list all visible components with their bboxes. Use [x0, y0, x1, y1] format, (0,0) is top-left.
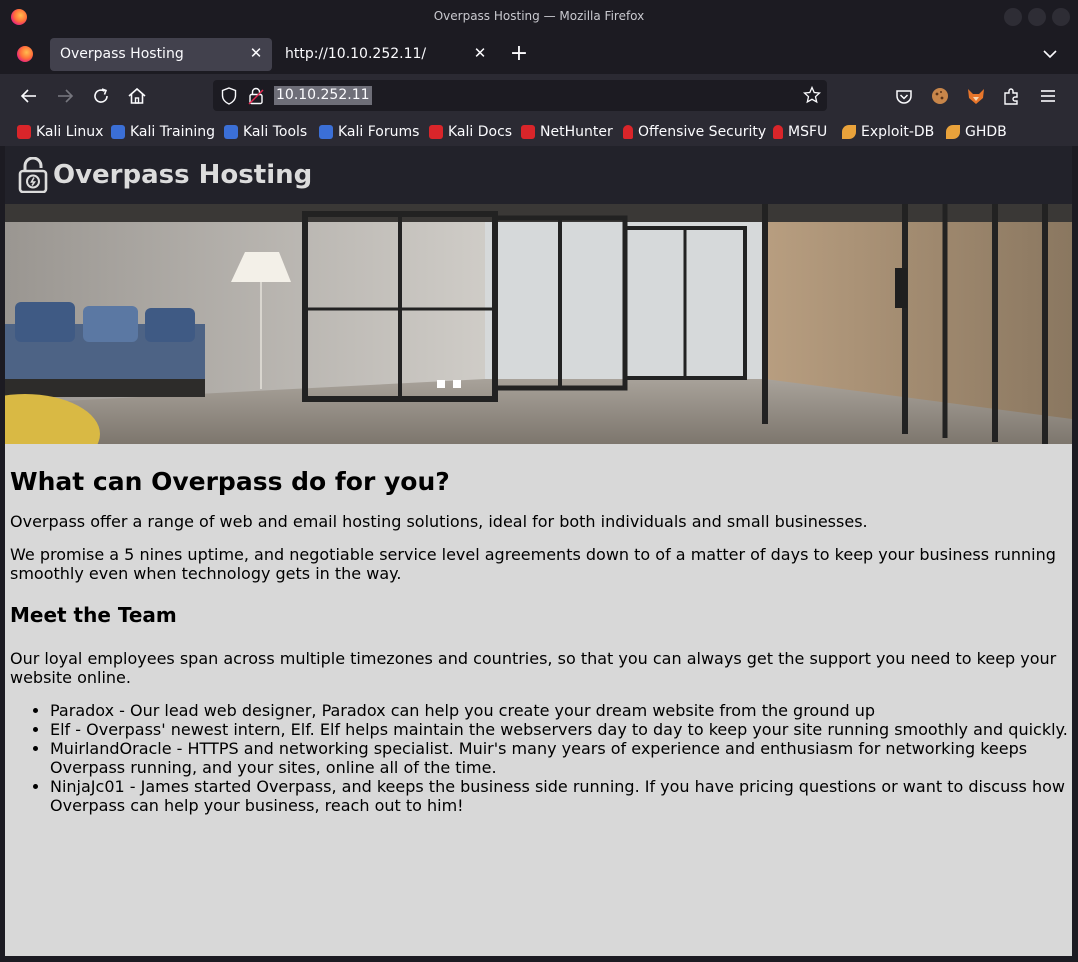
nethunter-icon [521, 125, 535, 139]
bookmark-label: Offensive Security [638, 124, 767, 140]
main-content: What can Overpass do for you? Overpass o… [10, 446, 1068, 815]
site-brand: Overpass Hosting [53, 160, 313, 190]
maximize-button[interactable] [1028, 8, 1046, 26]
back-arrow-icon [20, 89, 36, 103]
cookie-icon [932, 88, 948, 104]
tab-label: Overpass Hosting [60, 46, 184, 62]
bookmark-label: Kali Training [130, 124, 215, 140]
bookmark-label: Kali Tools [243, 124, 308, 140]
pocket-button[interactable] [893, 85, 915, 107]
kali-training-icon [111, 125, 125, 139]
bookmark-label: Kali Docs [448, 124, 513, 140]
bookmark-label: MSFU [788, 124, 828, 140]
home-icon [128, 87, 146, 104]
reload-icon [94, 88, 108, 103]
bookmark-offensive-security[interactable]: Offensive Security [623, 122, 766, 142]
team-heading: Meet the Team [10, 603, 177, 627]
list-item: NinjaJc01 - James started Overpass, and … [50, 777, 1068, 815]
exploit-db-icon [842, 125, 856, 139]
team-intro-paragraph: Our loyal employees span across multiple… [10, 649, 1057, 687]
window-title: Overpass Hosting — Mozilla Firefox [433, 9, 645, 23]
bookmark-msfu[interactable]: MSFU [773, 122, 827, 142]
hamburger-menu-icon [1041, 90, 1055, 102]
shield-icon[interactable] [221, 87, 237, 105]
bookmark-kali-tools[interactable]: Kali Tools [224, 122, 307, 142]
kali-dragon-icon [17, 125, 31, 139]
puzzle-piece-icon [1004, 88, 1018, 105]
kali-forums-icon [319, 125, 333, 139]
firefox-view-icon[interactable] [17, 46, 33, 62]
tab-url[interactable]: http://10.10.252.11/ ✕ [274, 38, 496, 71]
list-all-tabs-button[interactable] [1040, 45, 1060, 63]
page-viewport: Overpass Hosting What can Overpass do fo… [5, 146, 1072, 956]
navigation-toolbar: 10.10.252.11 [0, 74, 1078, 118]
site-header: Overpass Hosting [5, 146, 1072, 204]
close-window-button[interactable] [1052, 8, 1070, 26]
close-tab-icon[interactable]: ✕ [472, 45, 488, 61]
tab-strip: Overpass Hosting ✕ http://10.10.252.11/ … [0, 34, 1078, 74]
main-heading: What can Overpass do for you? [10, 467, 450, 496]
bookmark-kali-linux[interactable]: Kali Linux [17, 122, 103, 142]
new-tab-button[interactable]: + [508, 43, 530, 65]
menu-button[interactable] [1037, 85, 1059, 107]
forward-arrow-icon [58, 89, 74, 103]
back-button[interactable] [18, 85, 40, 107]
padlock-logo-icon [18, 157, 48, 193]
bookmark-label: Exploit-DB [861, 124, 935, 140]
lock-insecure-icon[interactable] [248, 87, 264, 105]
bookmark-star-icon[interactable] [803, 86, 821, 104]
url-text[interactable]: 10.10.252.11 [274, 86, 372, 105]
list-item: MuirlandOracle - HTTPS and networking sp… [50, 739, 1068, 777]
minimize-button[interactable] [1004, 8, 1022, 26]
promise-paragraph: We promise a 5 nines uptime, and negotia… [10, 545, 1056, 583]
window-edge [1072, 146, 1078, 962]
chevron-down-icon [1043, 50, 1057, 59]
foxyproxy-extension-button[interactable] [965, 85, 987, 107]
fox-icon [968, 89, 984, 104]
team-list: Paradox - Our lead web designer, Paradox… [10, 701, 1068, 815]
kali-tools-icon [224, 125, 238, 139]
offsec-icon [623, 125, 633, 139]
kali-docs-icon [429, 125, 443, 139]
bookmarks-toolbar: Kali Linux Kali Training Kali Tools Kali… [0, 118, 1078, 146]
pocket-icon [896, 90, 912, 104]
tab-overpass-hosting[interactable]: Overpass Hosting ✕ [50, 38, 272, 71]
list-item: Elf - Overpass' newest intern, Elf. Elf … [50, 720, 1068, 739]
bookmark-kali-docs[interactable]: Kali Docs [429, 122, 512, 142]
bookmark-label: Kali Linux [36, 124, 104, 140]
bookmark-ghdb[interactable]: GHDB [946, 122, 1007, 142]
bookmark-label: Kali Forums [338, 124, 420, 140]
bookmark-label: NetHunter [540, 124, 613, 140]
home-button[interactable] [126, 85, 148, 107]
bookmark-exploit-db[interactable]: Exploit-DB [842, 122, 934, 142]
hero-office-image [5, 204, 1072, 444]
window-titlebar: Overpass Hosting — Mozilla Firefox [0, 0, 1078, 34]
close-tab-icon[interactable]: ✕ [248, 45, 264, 61]
window-bottom-edge [0, 956, 1078, 962]
bookmark-nethunter[interactable]: NetHunter [521, 122, 613, 142]
bookmark-label: GHDB [965, 124, 1007, 140]
bookmark-kali-training[interactable]: Kali Training [111, 122, 215, 142]
forward-button[interactable] [54, 85, 76, 107]
msfu-icon [773, 125, 783, 139]
list-item: Paradox - Our lead web designer, Paradox… [50, 701, 1068, 720]
reload-button[interactable] [90, 85, 112, 107]
office-hallway-image [5, 204, 1072, 444]
intro-paragraph: Overpass offer a range of web and email … [10, 512, 868, 531]
bookmark-kali-forums[interactable]: Kali Forums [319, 122, 419, 142]
cookie-extension-button[interactable] [929, 85, 951, 107]
extensions-button[interactable] [1001, 85, 1023, 107]
tab-label: http://10.10.252.11/ [285, 46, 427, 62]
ghdb-icon [946, 125, 960, 139]
address-bar[interactable]: 10.10.252.11 [213, 80, 827, 111]
